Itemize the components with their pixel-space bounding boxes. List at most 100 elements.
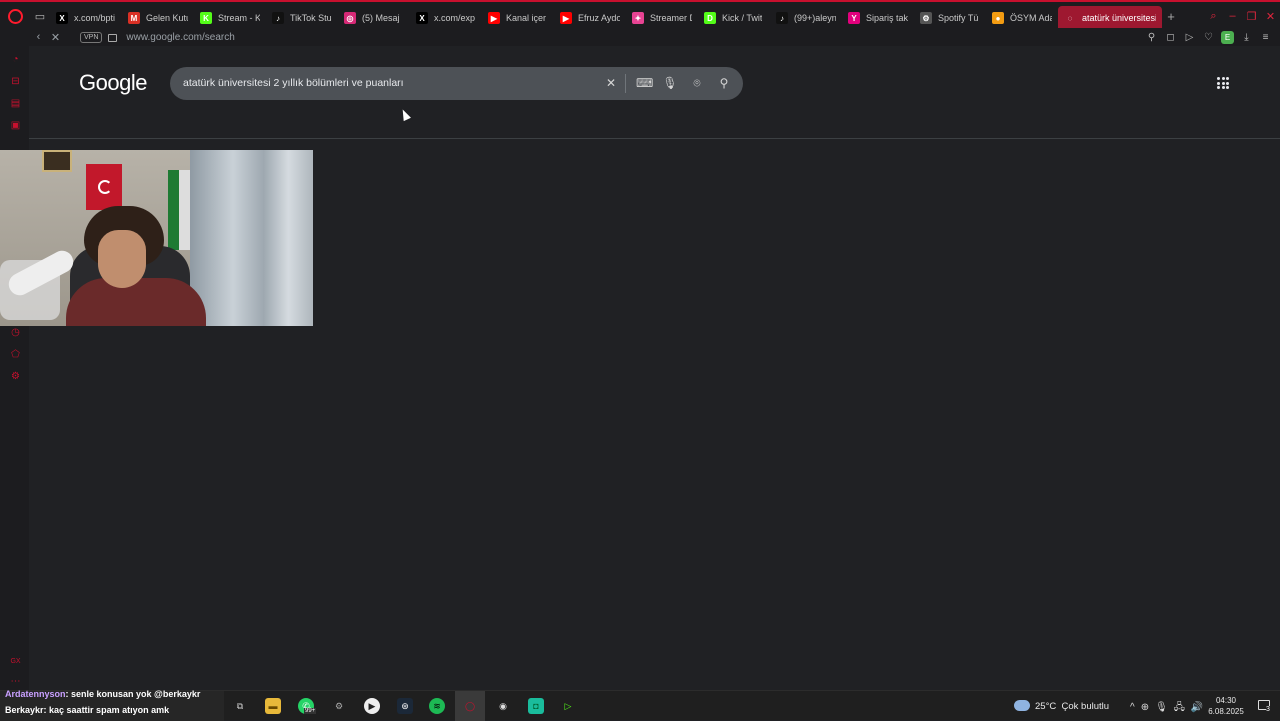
tab-13[interactable]: ● ÖSYM Ada: [986, 6, 1058, 30]
camera-search-icon[interactable]: ⌾: [689, 75, 705, 91]
turkish-flag-icon: [86, 164, 122, 210]
tab-label: (5) Mesaj: [362, 13, 400, 23]
media-player-icon[interactable]: ▶: [364, 698, 380, 714]
kick-app-icon[interactable]: ▷: [560, 698, 576, 714]
tab-label: Streamer D: [650, 13, 692, 23]
tab-6[interactable]: ▶ Kanal içer: [482, 6, 554, 30]
keyboard-icon[interactable]: ⌨: [636, 75, 653, 91]
weather-widget[interactable]: 25°C Çok bulutlu: [1035, 701, 1109, 712]
tab-4[interactable]: ◎ (5) Mesaj: [338, 6, 410, 30]
vpn-badge[interactable]: VPN: [80, 31, 103, 43]
more-icon[interactable]: ⋯: [10, 676, 21, 687]
stream-chat-overlay: Ardatennyson: senle konusan yok @berkayk…: [0, 689, 224, 721]
search-box[interactable]: atatürk üniversitesi 2 yıllık bölümleri …: [170, 67, 743, 100]
kick-icon: D: [704, 12, 716, 24]
workspaces-icon[interactable]: ▭: [30, 2, 50, 30]
messenger-icon[interactable]: ▣: [10, 120, 21, 131]
search-tabs-icon[interactable]: ⌕: [1204, 10, 1223, 23]
tab-12[interactable]: ⚙ Spotify Tü: [914, 6, 986, 30]
kick-icon: K: [200, 12, 212, 24]
crypto-wallet-icon[interactable]: ▤: [10, 98, 21, 109]
tab-label: Kanal içer: [506, 13, 547, 23]
maximize-button[interactable]: ❐: [1242, 10, 1261, 23]
discord-icon[interactable]: ◘: [528, 698, 544, 714]
search-input[interactable]: atatürk üniversitesi 2 yıllık bölümleri …: [183, 77, 404, 89]
tab-7[interactable]: ▶ Efruz Aydo: [554, 6, 626, 30]
tab-9[interactable]: D Kick / Twit: [698, 6, 770, 30]
player-icon[interactable]: ▷: [1183, 32, 1196, 43]
download-icon[interactable]: ⤓: [1240, 32, 1253, 43]
x-icon: X: [416, 12, 428, 24]
osym-icon: ●: [992, 12, 1004, 24]
tab-0[interactable]: Xx.com/bpti: [50, 6, 122, 30]
yemeksepeti-icon: Y: [848, 12, 860, 24]
tab-11[interactable]: Y Sipariş tak: [842, 6, 914, 30]
close-window-button[interactable]: ✕: [1261, 10, 1280, 23]
streamer-icon: ✦: [632, 12, 644, 24]
opera-gx-icon[interactable]: ◯: [462, 698, 478, 714]
tab-label: Spotify Tü: [938, 13, 979, 23]
app-icon[interactable]: ⚙: [331, 698, 347, 714]
tab-2[interactable]: K Stream - K: [194, 6, 266, 30]
tray-icons[interactable]: ^⊕🎙🖧🔊: [1130, 700, 1209, 717]
address-bar: ‹ ✕ VPN www.google.com/search ⚲ ◻ ▷ ♡ E …: [0, 28, 1280, 46]
settings-gear-icon[interactable]: ⚙: [10, 371, 21, 382]
tab-label: x.com/exp: [434, 13, 476, 23]
tab-10[interactable]: ♪ (99+)aleyn: [770, 6, 842, 30]
clock[interactable]: 04:30 6.08.2025: [1204, 695, 1248, 717]
file-explorer-icon[interactable]: ▬: [265, 698, 281, 714]
tab-label: Efruz Aydo: [578, 13, 620, 23]
notification-count: 3: [1266, 706, 1270, 713]
snapshot-icon[interactable]: ◻: [1164, 32, 1177, 43]
chat-message: Berkaykr: kaç saattir spam atıyon amk: [5, 705, 170, 715]
tab-label: (99+)aleyn: [794, 13, 836, 23]
tab-label: atatürk üniversitesi: [1082, 13, 1156, 23]
chat-message: Ardatennyson: senle konusan yok @berkayk…: [5, 689, 201, 699]
tab-label: x.com/bpti: [74, 13, 116, 23]
webcam-overlay: [0, 150, 313, 326]
tab-5[interactable]: Xx.com/exp: [410, 6, 482, 30]
bookmark-icon[interactable]: ⚲: [1145, 32, 1158, 43]
tab-3[interactable]: ♪ TikTok Stu: [266, 6, 338, 30]
lock-icon[interactable]: [108, 34, 118, 42]
tab-1[interactable]: M Gelen Kutu: [122, 6, 194, 30]
search-divider: [625, 74, 626, 93]
history-icon[interactable]: ◷: [10, 327, 21, 338]
search-icon[interactable]: ⚲: [716, 75, 732, 91]
minimize-button[interactable]: –: [1223, 10, 1242, 22]
tab-label: Gelen Kutu: [146, 13, 188, 23]
tab-strip: ▭ Xx.com/bpti M Gelen Kutu K Stream - K ♪ TikT…: [0, 0, 1280, 30]
clear-search-icon[interactable]: ✕: [603, 75, 619, 91]
spotify-icon[interactable]: ≋: [429, 698, 445, 714]
tab-14[interactable]: ◌ atatürk üniversitesi: [1058, 6, 1162, 30]
whatsapp-badge: 99+: [304, 708, 317, 714]
youtube-icon: ▶: [560, 12, 572, 24]
obs-icon[interactable]: ◉: [495, 698, 511, 714]
task-view-icon[interactable]: ⧉: [232, 698, 248, 714]
stop-loading-button[interactable]: ✕: [47, 31, 64, 44]
tab-8[interactable]: ✦ Streamer D: [626, 6, 698, 30]
back-button[interactable]: ‹: [30, 31, 47, 43]
opera-sidebar: ◔ ⊟ ▤ ▣ ◷ ⬠ ⚙ GX ⋯: [0, 46, 29, 690]
tiktok-icon: ♪: [776, 12, 788, 24]
google-logo[interactable]: Google: [79, 70, 147, 96]
microphone-icon[interactable]: 🎙: [662, 75, 678, 91]
new-tab-button[interactable]: +: [1162, 9, 1180, 24]
opera-menu-button[interactable]: [0, 2, 30, 30]
tab-label: Kick / Twit: [722, 13, 763, 23]
gmail-icon: M: [128, 12, 140, 24]
steam-icon[interactable]: ⊛: [397, 698, 413, 714]
extension-e-icon[interactable]: E: [1221, 30, 1234, 44]
gx-icon[interactable]: GX: [10, 656, 21, 667]
extensions-icon[interactable]: ⬠: [10, 349, 21, 360]
bag-icon[interactable]: ⊟: [10, 76, 21, 87]
easy-setup-icon[interactable]: ≡: [1259, 32, 1272, 43]
aria-icon[interactable]: ◔: [10, 54, 21, 65]
google-header: Google atatürk üniversitesi 2 yıllık böl…: [29, 46, 1280, 139]
address-bar-actions: ⚲ ◻ ▷ ♡ E ⤓ ≡: [1145, 28, 1272, 46]
heart-icon[interactable]: ♡: [1202, 32, 1215, 43]
google-apps-icon[interactable]: [1217, 77, 1229, 89]
loading-icon: ◌: [1064, 12, 1076, 24]
tiktok-icon: ♪: [272, 12, 284, 24]
url-field[interactable]: www.google.com/search: [126, 32, 234, 43]
